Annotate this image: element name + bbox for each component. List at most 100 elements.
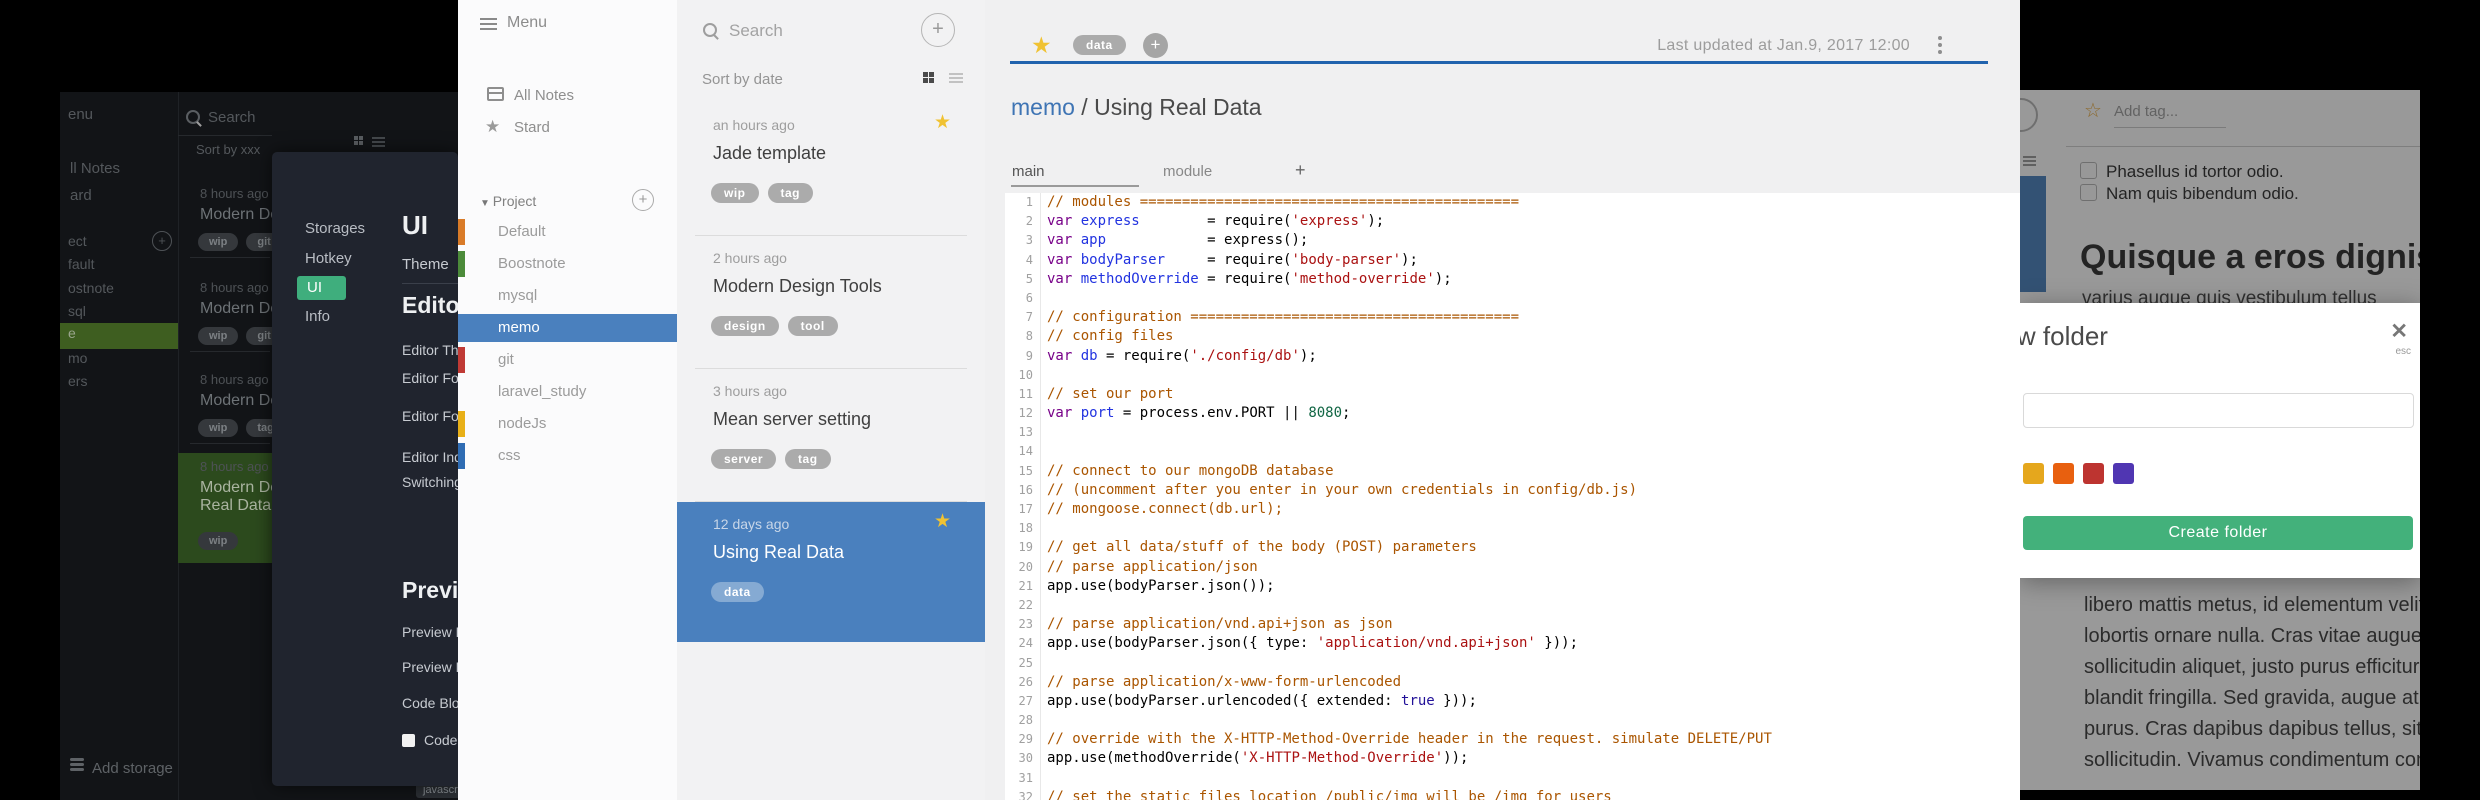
sidebar-folder-css[interactable]: css [458,442,677,470]
settings-editor-item: Editor Fo [402,370,458,386]
star-icon[interactable]: ★ [934,111,951,134]
menu-label[interactable]: Menu [507,14,547,32]
code-token: // parse application/x-www-form-urlencod… [1047,673,1402,690]
checkbox-icon[interactable] [402,734,415,747]
left-project-label[interactable]: ect [68,233,87,249]
code-line: 20 // parse application/json [1005,557,2020,577]
tab-main[interactable]: main [1012,163,1045,180]
color-swatch[interactable] [2053,463,2074,484]
left-folder-item[interactable]: fault [68,256,94,272]
sort-by-dropdown[interactable]: Sort by date [702,71,783,88]
color-swatch[interactable] [2083,463,2104,484]
code-text: var express = require('express'); [1040,212,1384,232]
left-search-input[interactable]: Search [208,109,256,126]
sidebar-folder-Default[interactable]: Default [458,218,677,246]
tag-pill[interactable]: server [711,449,777,469]
folder-color-bar [458,219,465,245]
settings-nav-hotkey[interactable]: Hotkey [305,250,352,267]
line-number: 23 [1018,617,1033,632]
tag-pill: wip [198,532,239,550]
create-folder-button[interactable]: Create folder [2023,516,2413,550]
settings-nav-storages[interactable]: Storages [305,220,365,237]
code-token: = express(); [1106,232,1309,249]
sidebar-folder-git[interactable]: git [458,346,677,374]
sidebar-item-starred[interactable]: Stard [514,119,550,136]
kebab-menu-icon[interactable] [1938,36,1942,57]
line-number: 29 [1018,732,1033,747]
tab-module[interactable]: module [1163,163,1212,180]
add-folder-button[interactable]: + [632,189,654,211]
left-sidebar-item-all-notes[interactable]: ll Notes [70,160,120,177]
code-token: db [1080,347,1098,364]
code-line: 13 [1005,423,2020,443]
settings-nav-ui[interactable]: UI [297,276,346,300]
tag-pill[interactable]: design [711,316,779,336]
main-editor: ★ data + Last updated at Jan.9, 2017 12:… [985,0,2020,800]
settings-theme-label: Theme [402,256,449,273]
code-line: 6 [1005,288,2020,309]
color-swatch[interactable] [2023,463,2044,484]
code-token: // set the static files location /public… [1047,788,1612,800]
grid-view-icon[interactable] [923,72,936,84]
left-folder-item[interactable]: ers [68,373,87,389]
breadcrumb-folder[interactable]: memo [1011,94,1075,120]
tag-pill[interactable]: tag [785,449,831,469]
left-add-folder-button[interactable]: + [152,231,172,251]
code-line: 23 // parse application/vnd.api+json as j… [1005,615,2020,635]
left-list-view-icon[interactable] [372,137,385,149]
code-text: // parse application/vnd.api+json as jso… [1040,615,1393,635]
sidebar-folder-Boostnote[interactable]: Boostnote [458,250,677,278]
line-number: 15 [1018,463,1033,478]
sidebar-folder-nodeJs[interactable]: nodeJs [458,410,677,438]
left-folder-item[interactable]: mo [68,350,87,366]
left-folder-item[interactable]: ostnote [68,280,114,296]
composite-canvas: enu ll Notes ard ect + fault ostnote sql e m… [0,0,2480,800]
settings-checkbox-row[interactable]: Code B [402,732,458,748]
sidebar-item-all-notes[interactable]: All Notes [514,87,574,104]
sidebar-folder-mysql[interactable]: mysql [458,282,677,310]
left-menu-label[interactable]: enu [68,106,93,123]
note-card[interactable]: 2 hours ago Modern Design Tools design tool [677,236,985,369]
sidebar-folder-memo[interactable]: memo [458,314,677,342]
list-view-icon[interactable] [949,73,963,85]
tag-pill[interactable]: tool [787,316,838,336]
left-grid-view-icon[interactable] [354,136,365,147]
settings-preview-item: Preview F [402,624,458,640]
add-tag-button[interactable]: + [1143,33,1168,58]
code-token: 'method-override' [1291,270,1435,287]
add-tab-button[interactable]: + [1295,160,1306,181]
star-icon[interactable]: ★ [934,510,951,533]
new-note-button[interactable]: + [921,13,955,47]
sidebar-folder-laravel_study[interactable]: laravel_study [458,378,677,406]
code-token: var [1047,405,1073,422]
tag-pill[interactable]: wip [711,183,759,203]
folder-name-input[interactable] [2023,393,2414,428]
code-editor[interactable]: 1 // modules ============================… [1005,193,2020,800]
search-input[interactable]: Search [729,21,783,41]
line-number: 27 [1018,693,1033,708]
folder-color-bar [458,443,465,469]
color-swatch[interactable] [2113,463,2134,484]
close-icon[interactable]: ✕ [2390,319,2408,344]
note-card[interactable]: 12 days ago ★ Using Real Data data [677,502,985,642]
tag-pill[interactable]: data [711,582,764,602]
code-token: // (uncomment after you enter in your ow… [1047,481,1638,498]
note-star-icon[interactable]: ★ [1031,32,1052,59]
line-number: 1 [1025,195,1033,209]
note-card[interactable]: 3 hours ago Mean server setting server tag [677,369,985,502]
note-tag-pill[interactable]: data [1073,35,1126,55]
left-folder-item[interactable]: e [68,325,76,341]
note-card[interactable]: an hours ago ★ Jade template wip tag [677,103,985,236]
code-token: var [1047,213,1073,230]
project-section[interactable]: ▼ Project [480,193,536,209]
tag-pill[interactable]: tag [767,183,813,203]
line-number: 10 [1018,367,1033,382]
hamburger-menu-icon[interactable] [480,18,497,33]
add-storage-button[interactable]: Add storage [92,760,173,777]
left-folder-item[interactable]: sql [68,303,86,319]
folder-color-swatches [2023,463,2413,484]
settings-nav-info[interactable]: Info [305,308,330,325]
left-sort-label[interactable]: Sort by xxx [196,142,260,157]
folder-name: git [498,351,514,368]
left-sidebar-item-starred[interactable]: ard [70,187,92,204]
